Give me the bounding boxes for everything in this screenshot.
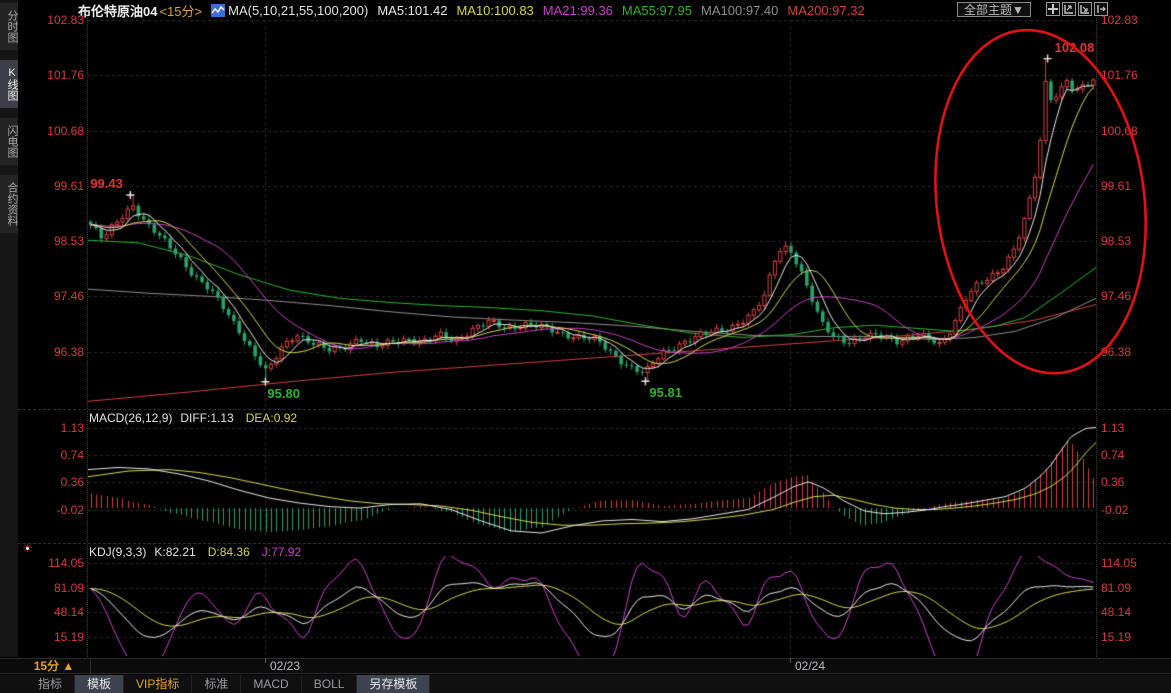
axis-tick-label: 96.38 bbox=[20, 346, 84, 359]
date-label: 02/24 bbox=[795, 659, 825, 673]
kdj-settings-sun-icon[interactable]: ✳ bbox=[21, 542, 34, 555]
price-marker-label: 95.80 bbox=[267, 386, 300, 401]
axis-tick-label: 1.13 bbox=[20, 422, 84, 435]
toolbar-tab[interactable]: 模板 bbox=[75, 675, 124, 693]
ma-params-label: MA(5,10,21,55,100,200) bbox=[228, 3, 368, 18]
axis-tick-label: 114.05 bbox=[1101, 557, 1137, 570]
axis-tick-label: 0.36 bbox=[20, 476, 84, 489]
axis-tick-label: 81.09 bbox=[20, 582, 84, 595]
axis-tick-label: 100.68 bbox=[20, 125, 84, 138]
ma100-value: MA100:97.40 bbox=[701, 3, 778, 18]
sidebar-item-lightning-chart[interactable]: 闪电图 bbox=[0, 118, 18, 165]
price-marker-label: 99.43 bbox=[90, 176, 123, 191]
macd-chart-canvas[interactable] bbox=[88, 424, 1096, 538]
period-selector[interactable]: 15分 ▲ bbox=[18, 658, 91, 674]
macd-params-label: MACD(26,12,9) bbox=[89, 411, 172, 425]
date-tick bbox=[790, 658, 791, 663]
axis-tick-label: 99.61 bbox=[20, 180, 84, 193]
compress-vertical-axis-button[interactable] bbox=[1062, 2, 1076, 16]
bottom-toolbar: 指标模板VIP指标标准MACDBOLL另存模板 bbox=[0, 675, 1171, 693]
kdj-j-value: J:77.92 bbox=[262, 545, 301, 559]
axis-tick-label: 48.14 bbox=[20, 606, 84, 619]
toolbar-tab[interactable]: BOLL bbox=[302, 675, 358, 693]
axis-tick-label: 0.74 bbox=[20, 449, 84, 462]
ma5-value: MA5:101.42 bbox=[377, 3, 447, 18]
candlestick-chart-canvas[interactable] bbox=[88, 20, 1096, 408]
axis-tick-label: 15.19 bbox=[20, 631, 84, 644]
date-label: 02/23 bbox=[270, 659, 300, 673]
sidebar-item-contract-info[interactable]: 合约资料 bbox=[0, 175, 18, 233]
macd-dea-value: DEA:0.92 bbox=[246, 411, 297, 425]
toolbar-tab[interactable]: 标准 bbox=[192, 675, 241, 693]
line-chart-icon bbox=[211, 4, 225, 17]
axis-tick-label: 98.53 bbox=[20, 235, 84, 248]
axis-tick-label: 96.38 bbox=[1101, 346, 1131, 359]
macd-diff-value: DIFF:1.13 bbox=[180, 411, 233, 425]
axis-tick-label: 81.09 bbox=[1101, 582, 1131, 595]
symbol-title: 布伦特原油04 bbox=[78, 1, 157, 20]
macd-header: MACD(26,12,9) DIFF:1.13 DEA:0.92 MACD:0.… bbox=[89, 411, 371, 425]
kdj-section-separator bbox=[18, 543, 1171, 544]
kdj-d-value: D:84.36 bbox=[208, 545, 250, 559]
axis-tick-label: 101.76 bbox=[20, 69, 84, 82]
axis-tick-label: 1.13 bbox=[1101, 422, 1124, 435]
axis-tick-label: -0.02 bbox=[20, 504, 84, 517]
kdj-chart-canvas[interactable] bbox=[88, 556, 1096, 656]
axis-tick-label: 15.19 bbox=[1101, 631, 1131, 644]
date-tick bbox=[265, 658, 266, 663]
sidebar-item-kline-chart[interactable]: K线图 bbox=[0, 60, 18, 108]
kdj-k-value: K:82.21 bbox=[154, 545, 195, 559]
ma10-value: MA10:100.83 bbox=[456, 3, 533, 18]
axis-tick-label: 97.46 bbox=[20, 290, 84, 303]
chart-header: 布伦特原油04 <15分> MA(5,10,21,55,100,200) MA5… bbox=[78, 1, 865, 19]
toolbar-tab[interactable]: 指标 bbox=[26, 675, 75, 693]
axis-tick-label: 98.53 bbox=[1101, 235, 1131, 248]
toolbar-tab[interactable]: MACD bbox=[241, 675, 301, 693]
axis-tick-label: 97.46 bbox=[1101, 290, 1131, 303]
toolbar-tab[interactable]: 另存模板 bbox=[357, 675, 430, 693]
ma55-value: MA55:97.95 bbox=[622, 3, 692, 18]
axis-tick-label: 100.68 bbox=[1101, 125, 1138, 138]
macd-section-separator bbox=[18, 409, 1171, 410]
axis-tick-label: -0.02 bbox=[1101, 504, 1128, 517]
trading-app-window: 分时图 K线图 闪电图 合约资料 布伦特原油04 <15分> MA(5,10,2… bbox=[0, 0, 1171, 693]
chart-tool-buttons bbox=[1046, 2, 1108, 16]
left-sidebar: 分时图 K线图 闪电图 合约资料 bbox=[0, 0, 19, 657]
axis-tick-label: 0.74 bbox=[1101, 449, 1124, 462]
ma200-value: MA200:97.32 bbox=[787, 3, 864, 18]
price-marker-label: 95.81 bbox=[649, 385, 682, 400]
ma21-value: MA21:99.36 bbox=[543, 3, 613, 18]
axis-tick-label: 99.61 bbox=[1101, 180, 1131, 193]
axis-tick-label: 102.83 bbox=[1101, 14, 1138, 27]
period-indicator: <15分> bbox=[159, 1, 202, 20]
toolbar-tab[interactable]: VIP指标 bbox=[124, 675, 192, 693]
price-marker-label: 102.08 bbox=[1055, 40, 1095, 55]
axis-tick-label: 102.83 bbox=[20, 14, 84, 27]
axis-tick-label: 48.14 bbox=[1101, 606, 1131, 619]
compress-horizontal-axis-button[interactable] bbox=[1078, 2, 1092, 16]
kdj-params-label: KDJ(9,3,3) bbox=[89, 545, 146, 559]
macd-macd-value: MACD:0.41 bbox=[309, 411, 371, 425]
plot-right-border bbox=[1096, 18, 1097, 657]
axis-tick-label: 0.36 bbox=[1101, 476, 1124, 489]
crosshair-tool-button[interactable] bbox=[1046, 2, 1060, 16]
theme-dropdown-button[interactable]: 全部主题▼ bbox=[957, 2, 1031, 17]
axis-tick-label: 101.76 bbox=[1101, 69, 1138, 82]
sidebar-item-timeshare-chart[interactable]: 分时图 bbox=[0, 3, 18, 50]
date-axis-row bbox=[0, 658, 1171, 674]
kdj-header: KDJ(9,3,3) K:82.21 D:84.36 J:77.92 bbox=[89, 545, 301, 559]
axis-tick-label: 114.05 bbox=[20, 557, 84, 570]
